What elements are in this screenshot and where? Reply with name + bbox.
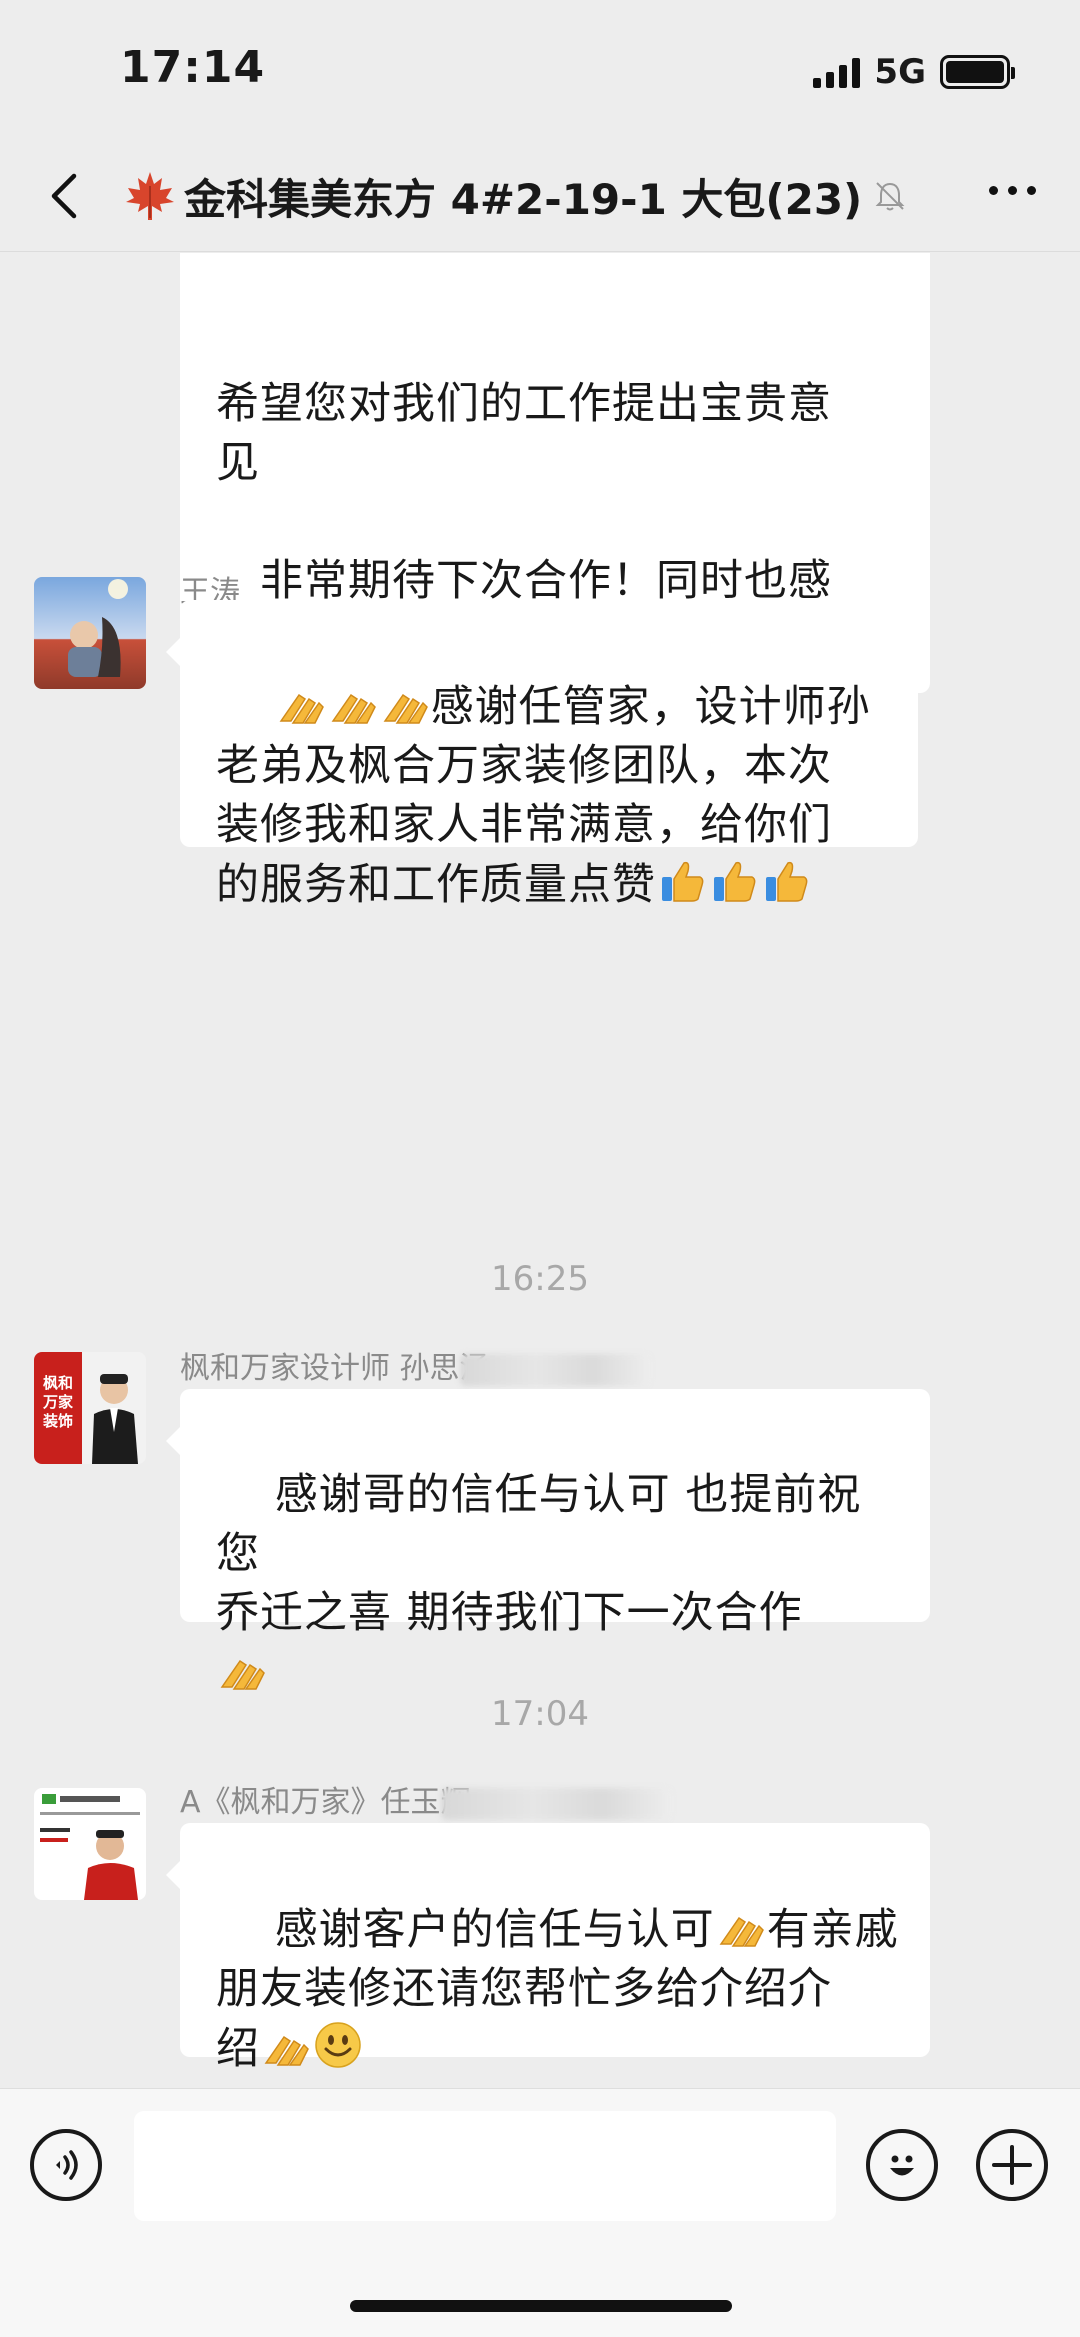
avatar[interactable]	[34, 577, 146, 689]
sender-name: A《枫和万家》任玉辉	[180, 1777, 671, 1821]
thumbs-up-emoji	[656, 860, 708, 910]
battery-icon	[940, 55, 1015, 89]
voice-icon	[56, 2150, 78, 2180]
smile-emoji	[312, 2022, 364, 2074]
back-button[interactable]	[44, 170, 84, 222]
more-button[interactable]	[989, 186, 1036, 195]
redacted-phone	[440, 1787, 671, 1820]
folded-hands-emoji	[260, 2024, 312, 2074]
timestamp: 16:25	[491, 1259, 589, 1299]
home-indicator[interactable]	[350, 2300, 732, 2312]
avatar[interactable]: 枫和万家装饰	[34, 1352, 146, 1464]
folded-hands-emoji	[216, 1648, 268, 1698]
chat-messages[interactable]: 希望您对我们的工作提出宝贵意 见 非常期待下次合作！同时也感 谢您包容我们工作中…	[0, 253, 1080, 2088]
message-text: 感谢哥的信任与认可 也提前祝您 乔迁之喜 期待我们下一次合作	[216, 1470, 862, 1638]
plus-button[interactable]	[976, 2129, 1048, 2201]
status-time: 17:14	[120, 42, 266, 93]
timestamp: 17:04	[491, 1694, 589, 1734]
avatar-caption: 枫和万家装饰	[42, 1374, 73, 1430]
folded-hands-emoji	[379, 682, 431, 732]
redacted-phone	[459, 1353, 650, 1386]
voice-button[interactable]	[30, 2129, 102, 2201]
message-text: 感谢客户的信任与认可	[274, 1905, 715, 1955]
thumbs-up-emoji	[760, 860, 812, 910]
chevron-left-icon	[51, 173, 77, 219]
plus-icon	[992, 2145, 1032, 2185]
sender-name: 枫和万家设计师 孙思涵	[180, 1343, 650, 1387]
status-bar: 17:14 5G	[0, 0, 1080, 140]
avatar[interactable]	[34, 1788, 146, 1900]
emoji-button[interactable]	[866, 2129, 938, 2201]
emoji-icon	[890, 2155, 914, 2176]
message-bubble[interactable]: 感谢哥的信任与认可 也提前祝您 乔迁之喜 期待我们下一次合作	[166, 1389, 930, 1690]
more-icon	[989, 186, 998, 195]
signal-icon	[813, 56, 861, 88]
folded-hands-emoji	[275, 682, 327, 732]
status-indicators: 5G	[813, 52, 1015, 92]
bell-mute-icon	[875, 182, 905, 211]
maple-leaf-icon	[126, 172, 174, 220]
folded-hands-emoji	[715, 1905, 767, 1955]
network-type: 5G	[874, 52, 926, 92]
chat-title-area[interactable]: 金科集美东方 4#2-19-1 大包(23)	[122, 162, 922, 230]
chat-header: 金科集美东方 4#2-19-1 大包(23)	[0, 140, 1080, 252]
message-bubble[interactable]: 感谢客户的信任与认可 有亲戚 朋友装修还请您帮忙多给介绍介 绍	[166, 1823, 930, 2074]
chat-title: 金科集美东方 4#2-19-1 大包(23)	[184, 174, 863, 224]
message-input[interactable]	[134, 2111, 836, 2221]
folded-hands-emoji	[327, 682, 379, 732]
thumbs-up-emoji	[708, 860, 760, 910]
message-bubble[interactable]: 感谢任管家，设计师孙 老弟及枫合万家装修团队，本次 装修我和家人非常满意，给你们…	[166, 600, 918, 910]
